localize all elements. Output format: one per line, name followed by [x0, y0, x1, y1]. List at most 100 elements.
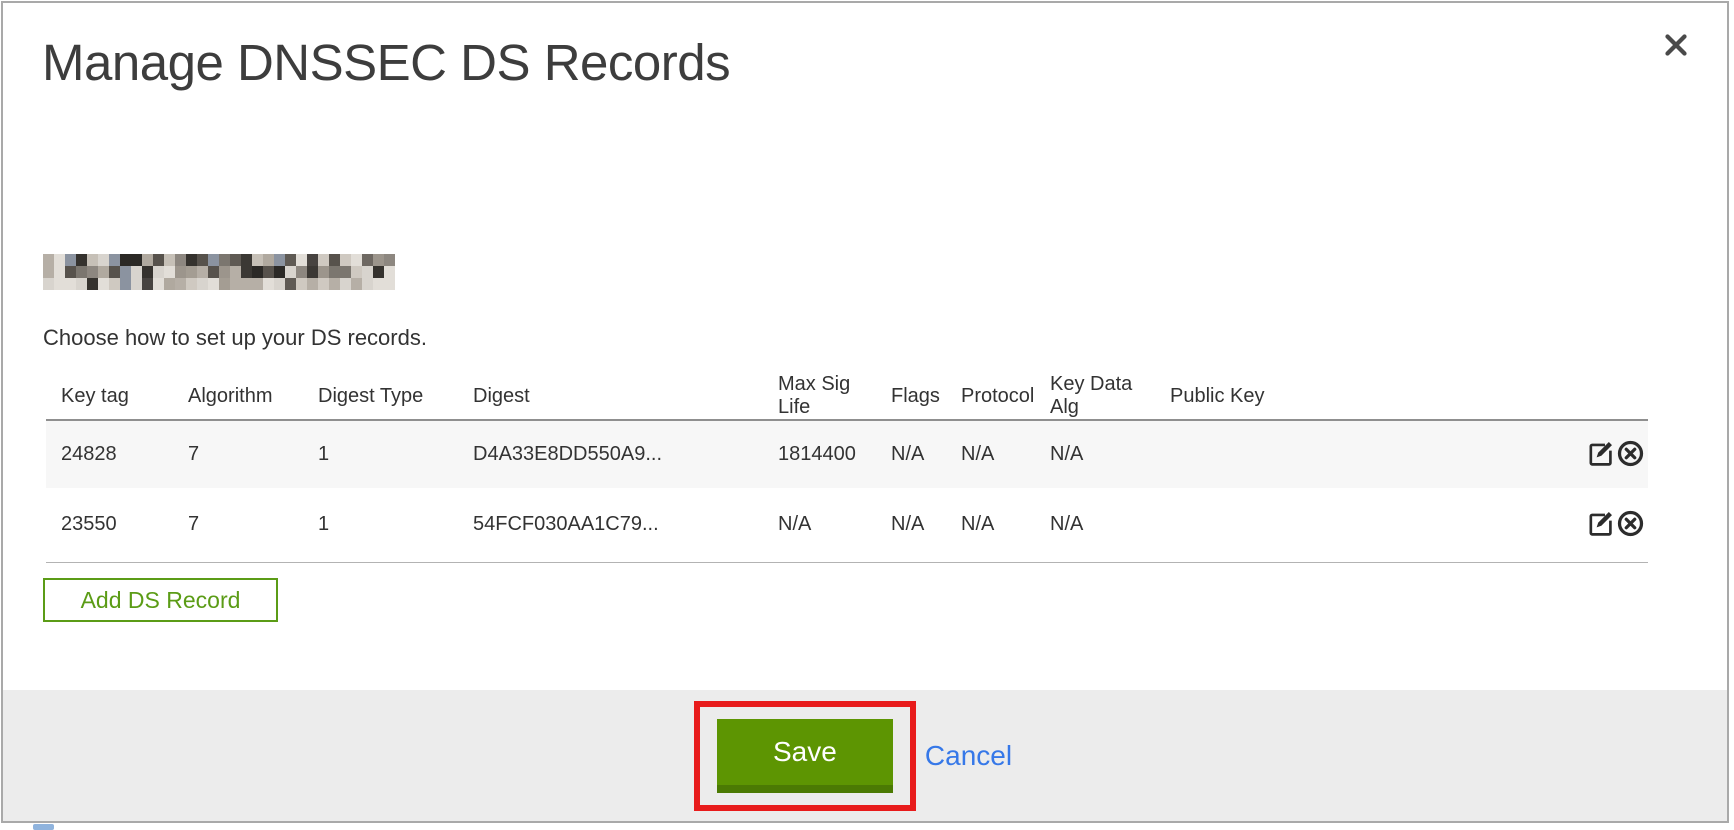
screenshot-canvas: Manage DNSSEC DS Records Choose how to s…: [0, 0, 1734, 830]
col-header-max-sig-life: Max Sig Life: [763, 373, 876, 420]
cell-algorithm: 7: [173, 420, 303, 488]
redaction-pixel: [329, 278, 340, 290]
redaction-pixel: [241, 254, 252, 266]
redaction-pixel: [373, 266, 384, 278]
instructions-text: Choose how to set up your DS records.: [43, 325, 427, 351]
col-header-algorithm: Algorithm: [173, 373, 303, 420]
redaction-pixel: [318, 266, 329, 278]
redaction-pixel: [175, 266, 186, 278]
redaction-pixel: [285, 254, 296, 266]
close-button[interactable]: [1655, 23, 1699, 67]
redaction-pixel: [384, 266, 395, 278]
redaction-pixel: [98, 254, 109, 266]
redaction-pixel: [219, 278, 230, 290]
col-header-digest-type: Digest Type: [303, 373, 458, 420]
redaction-pixel: [120, 266, 131, 278]
redaction-pixel: [307, 266, 318, 278]
redaction-pixel: [384, 254, 395, 266]
save-button[interactable]: Save: [717, 719, 893, 793]
redaction-pixel: [208, 278, 219, 290]
table-row: 23550 7 1 54FCF030AA1C79... N/A N/A N/A …: [46, 488, 1648, 562]
redaction-pixel: [252, 278, 263, 290]
close-icon: [1661, 30, 1693, 60]
col-header-flags: Flags: [876, 373, 946, 420]
redaction-pixel: [362, 266, 373, 278]
cell-public-key: [1155, 488, 1568, 562]
redaction-pixel: [263, 278, 274, 290]
redaction-pixel: [153, 278, 164, 290]
redaction-pixel: [54, 278, 65, 290]
redaction-pixel: [142, 254, 153, 266]
redaction-pixel: [230, 278, 241, 290]
cell-key-tag: 24828: [46, 420, 173, 488]
delete-record-button[interactable]: [1616, 439, 1645, 471]
redaction-pixel: [285, 266, 296, 278]
cell-actions: [1568, 420, 1648, 488]
table-header-row: Key tag Algorithm Digest Type Digest Max…: [46, 373, 1648, 420]
redaction-pixel: [197, 278, 208, 290]
delete-circle-x-icon: [1616, 526, 1645, 541]
cell-algorithm: 7: [173, 488, 303, 562]
redaction-pixel: [164, 254, 175, 266]
redaction-pixel: [65, 278, 76, 290]
cancel-link[interactable]: Cancel: [925, 740, 1012, 772]
redaction-pixel: [329, 254, 340, 266]
redaction-pixel: [87, 254, 98, 266]
redaction-pixel: [120, 254, 131, 266]
redaction-pixel: [318, 278, 329, 290]
redaction-pixel: [241, 266, 252, 278]
redaction-pixel: [131, 266, 142, 278]
cell-key-tag: 23550: [46, 488, 173, 562]
redaction-pixel: [241, 278, 252, 290]
redaction-pixel: [164, 266, 175, 278]
redaction-pixel: [186, 278, 197, 290]
redaction-pixel: [109, 266, 120, 278]
redaction-pixel: [230, 254, 241, 266]
redaction-pixel: [252, 266, 263, 278]
redaction-pixel: [263, 266, 274, 278]
redaction-pixel: [307, 278, 318, 290]
redaction-pixel: [186, 266, 197, 278]
redaction-pixel: [351, 266, 362, 278]
redacted-domain-name: [43, 254, 395, 290]
redaction-pixel: [164, 278, 175, 290]
redaction-pixel: [43, 278, 54, 290]
redaction-pixel: [373, 278, 384, 290]
redaction-pixel: [274, 254, 285, 266]
cell-public-key: [1155, 420, 1568, 488]
redaction-pixel: [175, 254, 186, 266]
redaction-pixel: [142, 278, 153, 290]
redaction-pixel: [351, 254, 362, 266]
col-header-digest: Digest: [458, 373, 763, 420]
redaction-pixel: [87, 266, 98, 278]
redaction-pixel: [208, 266, 219, 278]
cell-digest-type: 1: [303, 420, 458, 488]
redaction-pixel: [65, 254, 76, 266]
redaction-pixel: [76, 254, 87, 266]
redaction-pixel: [65, 266, 76, 278]
redaction-pixel: [131, 278, 142, 290]
add-ds-record-button[interactable]: Add DS Record: [43, 578, 278, 622]
redaction-pixel: [362, 278, 373, 290]
redaction-pixel: [120, 278, 131, 290]
cell-protocol: N/A: [946, 488, 1035, 562]
redaction-pixel: [219, 266, 230, 278]
redaction-pixel: [362, 254, 373, 266]
redaction-pixel: [296, 278, 307, 290]
edit-record-button[interactable]: [1586, 439, 1615, 471]
col-header-key-data-alg: Key Data Alg: [1035, 373, 1155, 420]
cell-digest: D4A33E8DD550A9...: [458, 420, 763, 488]
redaction-pixel: [76, 266, 87, 278]
redaction-pixel: [340, 278, 351, 290]
edit-pencil-square-icon: [1586, 526, 1615, 541]
delete-record-button[interactable]: [1616, 509, 1645, 541]
redaction-pixel: [153, 266, 164, 278]
redaction-pixel: [285, 278, 296, 290]
cell-max-sig-life: N/A: [763, 488, 876, 562]
redaction-pixel: [329, 266, 340, 278]
cell-key-data-alg: N/A: [1035, 488, 1155, 562]
redaction-pixel: [252, 254, 263, 266]
edit-record-button[interactable]: [1586, 509, 1615, 541]
redaction-pixel: [274, 278, 285, 290]
col-header-key-tag: Key tag: [46, 373, 173, 420]
